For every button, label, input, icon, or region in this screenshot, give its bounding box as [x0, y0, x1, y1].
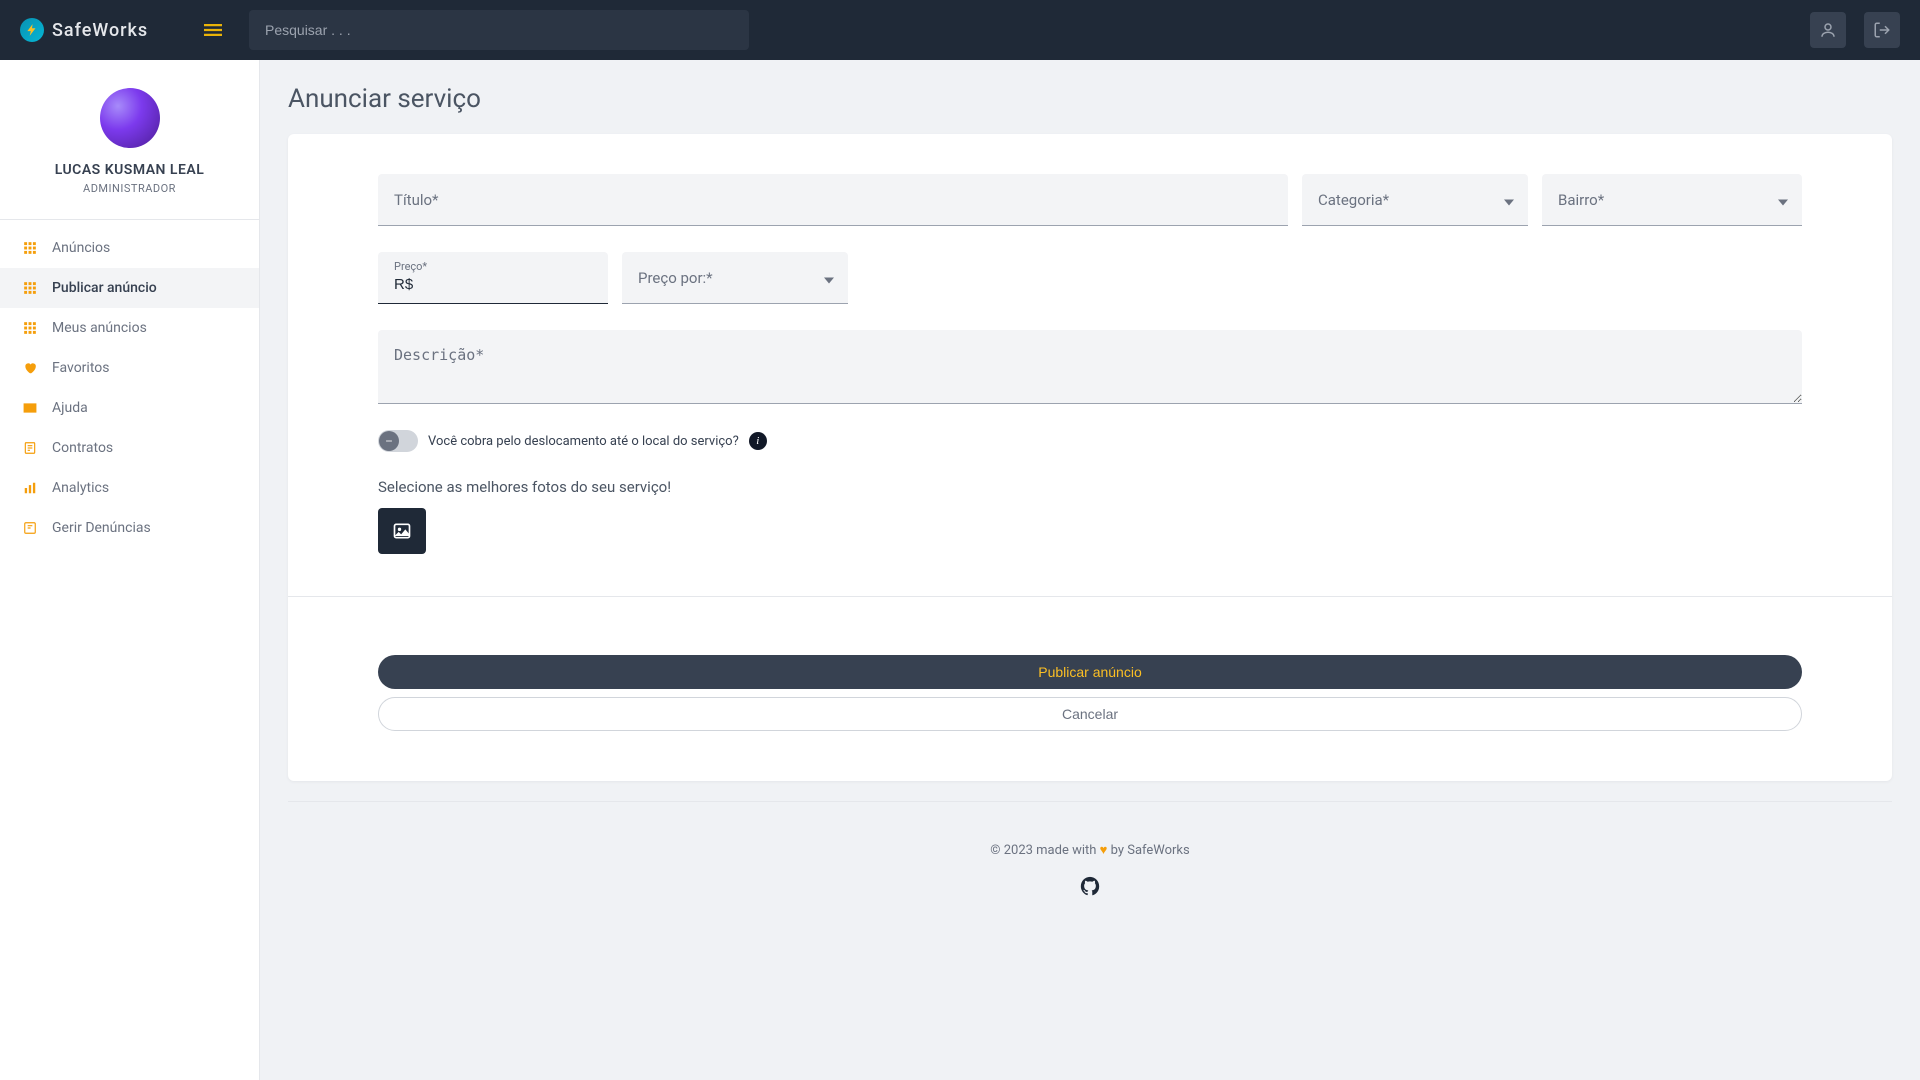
image-icon [392, 521, 412, 541]
sidebar-item-denuncias[interactable]: Gerir Denúncias [0, 508, 259, 548]
preco-field[interactable]: Preço* [378, 252, 608, 304]
sidebar: LUCAS KUSMAN LEAL ADMINISTRADOR Anúncios… [0, 60, 260, 1080]
sidebar-item-label: Publicar anúncio [52, 280, 157, 296]
grid-icon [22, 280, 38, 296]
photos-title: Selecione as melhores fotos do seu servi… [378, 478, 1802, 496]
sidebar-item-meus[interactable]: Meus anúncios [0, 308, 259, 348]
avatar[interactable] [100, 88, 160, 148]
toggle-knob [379, 431, 399, 451]
grid-icon [22, 320, 38, 336]
page-title: Anunciar serviço [288, 84, 1892, 114]
flag-icon [22, 520, 38, 536]
deslocamento-row: Você cobra pelo deslocamento até o local… [378, 430, 1802, 452]
mail-icon [22, 400, 38, 416]
sidebar-item-contratos[interactable]: Contratos [0, 428, 259, 468]
grid-icon [22, 240, 38, 256]
sidebar-item-label: Contratos [52, 440, 113, 456]
footer-brand-link[interactable]: SafeWorks [1127, 843, 1190, 858]
footer-mid: by [1107, 843, 1127, 858]
form-card: Título* Categoria* Bairro* Preço* [288, 134, 1892, 781]
sidebar-item-favoritos[interactable]: Favoritos [0, 348, 259, 388]
profile-role: ADMINISTRADOR [20, 182, 239, 195]
brand-logo[interactable]: SafeWorks [20, 18, 190, 42]
preco-input[interactable] [378, 252, 608, 303]
logo-icon [20, 18, 44, 42]
publish-button[interactable]: Publicar anúncio [378, 655, 1802, 689]
menu-toggle-button[interactable] [195, 12, 231, 48]
sidebar-item-label: Gerir Denúncias [52, 520, 151, 536]
deslocamento-label: Você cobra pelo deslocamento até o local… [428, 434, 739, 449]
document-icon [22, 440, 38, 456]
chevron-down-icon [1504, 190, 1514, 209]
logout-button[interactable] [1864, 12, 1900, 48]
main-content: Anunciar serviço Título* Categoria* Bair… [260, 60, 1920, 942]
search-wrap [249, 10, 749, 50]
sidebar-nav: Anúncios Publicar anúncio Meus anúncios … [0, 220, 259, 548]
search-input[interactable] [249, 10, 749, 50]
sidebar-item-label: Ajuda [52, 400, 88, 416]
titulo-input[interactable] [378, 174, 1288, 225]
bairro-select[interactable]: Bairro* [1542, 174, 1802, 226]
profile-name: LUCAS KUSMAN LEAL [20, 162, 239, 178]
sidebar-item-analytics[interactable]: Analytics [0, 468, 259, 508]
categoria-label: Categoria* [1318, 191, 1389, 209]
footer-prefix: © 2023 made with [990, 843, 1099, 858]
top-header: SafeWorks [0, 0, 1920, 60]
sidebar-item-anuncios[interactable]: Anúncios [0, 228, 259, 268]
precopor-label: Preço por:* [638, 269, 713, 287]
deslocamento-toggle[interactable] [378, 430, 418, 452]
brand-name: SafeWorks [52, 20, 148, 41]
info-icon[interactable]: i [749, 432, 767, 450]
chart-icon [22, 480, 38, 496]
sidebar-item-label: Analytics [52, 480, 109, 496]
heart-icon [22, 360, 38, 376]
user-icon [1819, 21, 1837, 39]
sidebar-item-label: Favoritos [52, 360, 109, 376]
chevron-down-icon [824, 268, 834, 287]
profile-block: LUCAS KUSMAN LEAL ADMINISTRADOR [0, 60, 259, 220]
footer: © 2023 made with ♥ by SafeWorks [288, 801, 1892, 918]
bairro-label: Bairro* [1558, 191, 1604, 209]
add-photo-button[interactable] [378, 508, 426, 554]
divider [288, 596, 1892, 597]
chevron-down-icon [1778, 190, 1788, 209]
categoria-select[interactable]: Categoria* [1302, 174, 1528, 226]
sidebar-item-publicar[interactable]: Publicar anúncio [0, 268, 259, 308]
cancel-button[interactable]: Cancelar [378, 697, 1802, 731]
sidebar-item-label: Anúncios [52, 240, 110, 256]
sidebar-item-ajuda[interactable]: Ajuda [0, 388, 259, 428]
hamburger-icon [204, 21, 222, 39]
github-link[interactable] [1078, 874, 1102, 898]
github-icon [1079, 875, 1101, 897]
logout-icon [1873, 21, 1891, 39]
profile-button[interactable] [1810, 12, 1846, 48]
descricao-textarea[interactable] [378, 330, 1802, 403]
precopor-select[interactable]: Preço por:* [622, 252, 848, 304]
titulo-field[interactable]: Título* [378, 174, 1288, 226]
sidebar-item-label: Meus anúncios [52, 320, 147, 336]
descricao-field[interactable] [378, 330, 1802, 404]
